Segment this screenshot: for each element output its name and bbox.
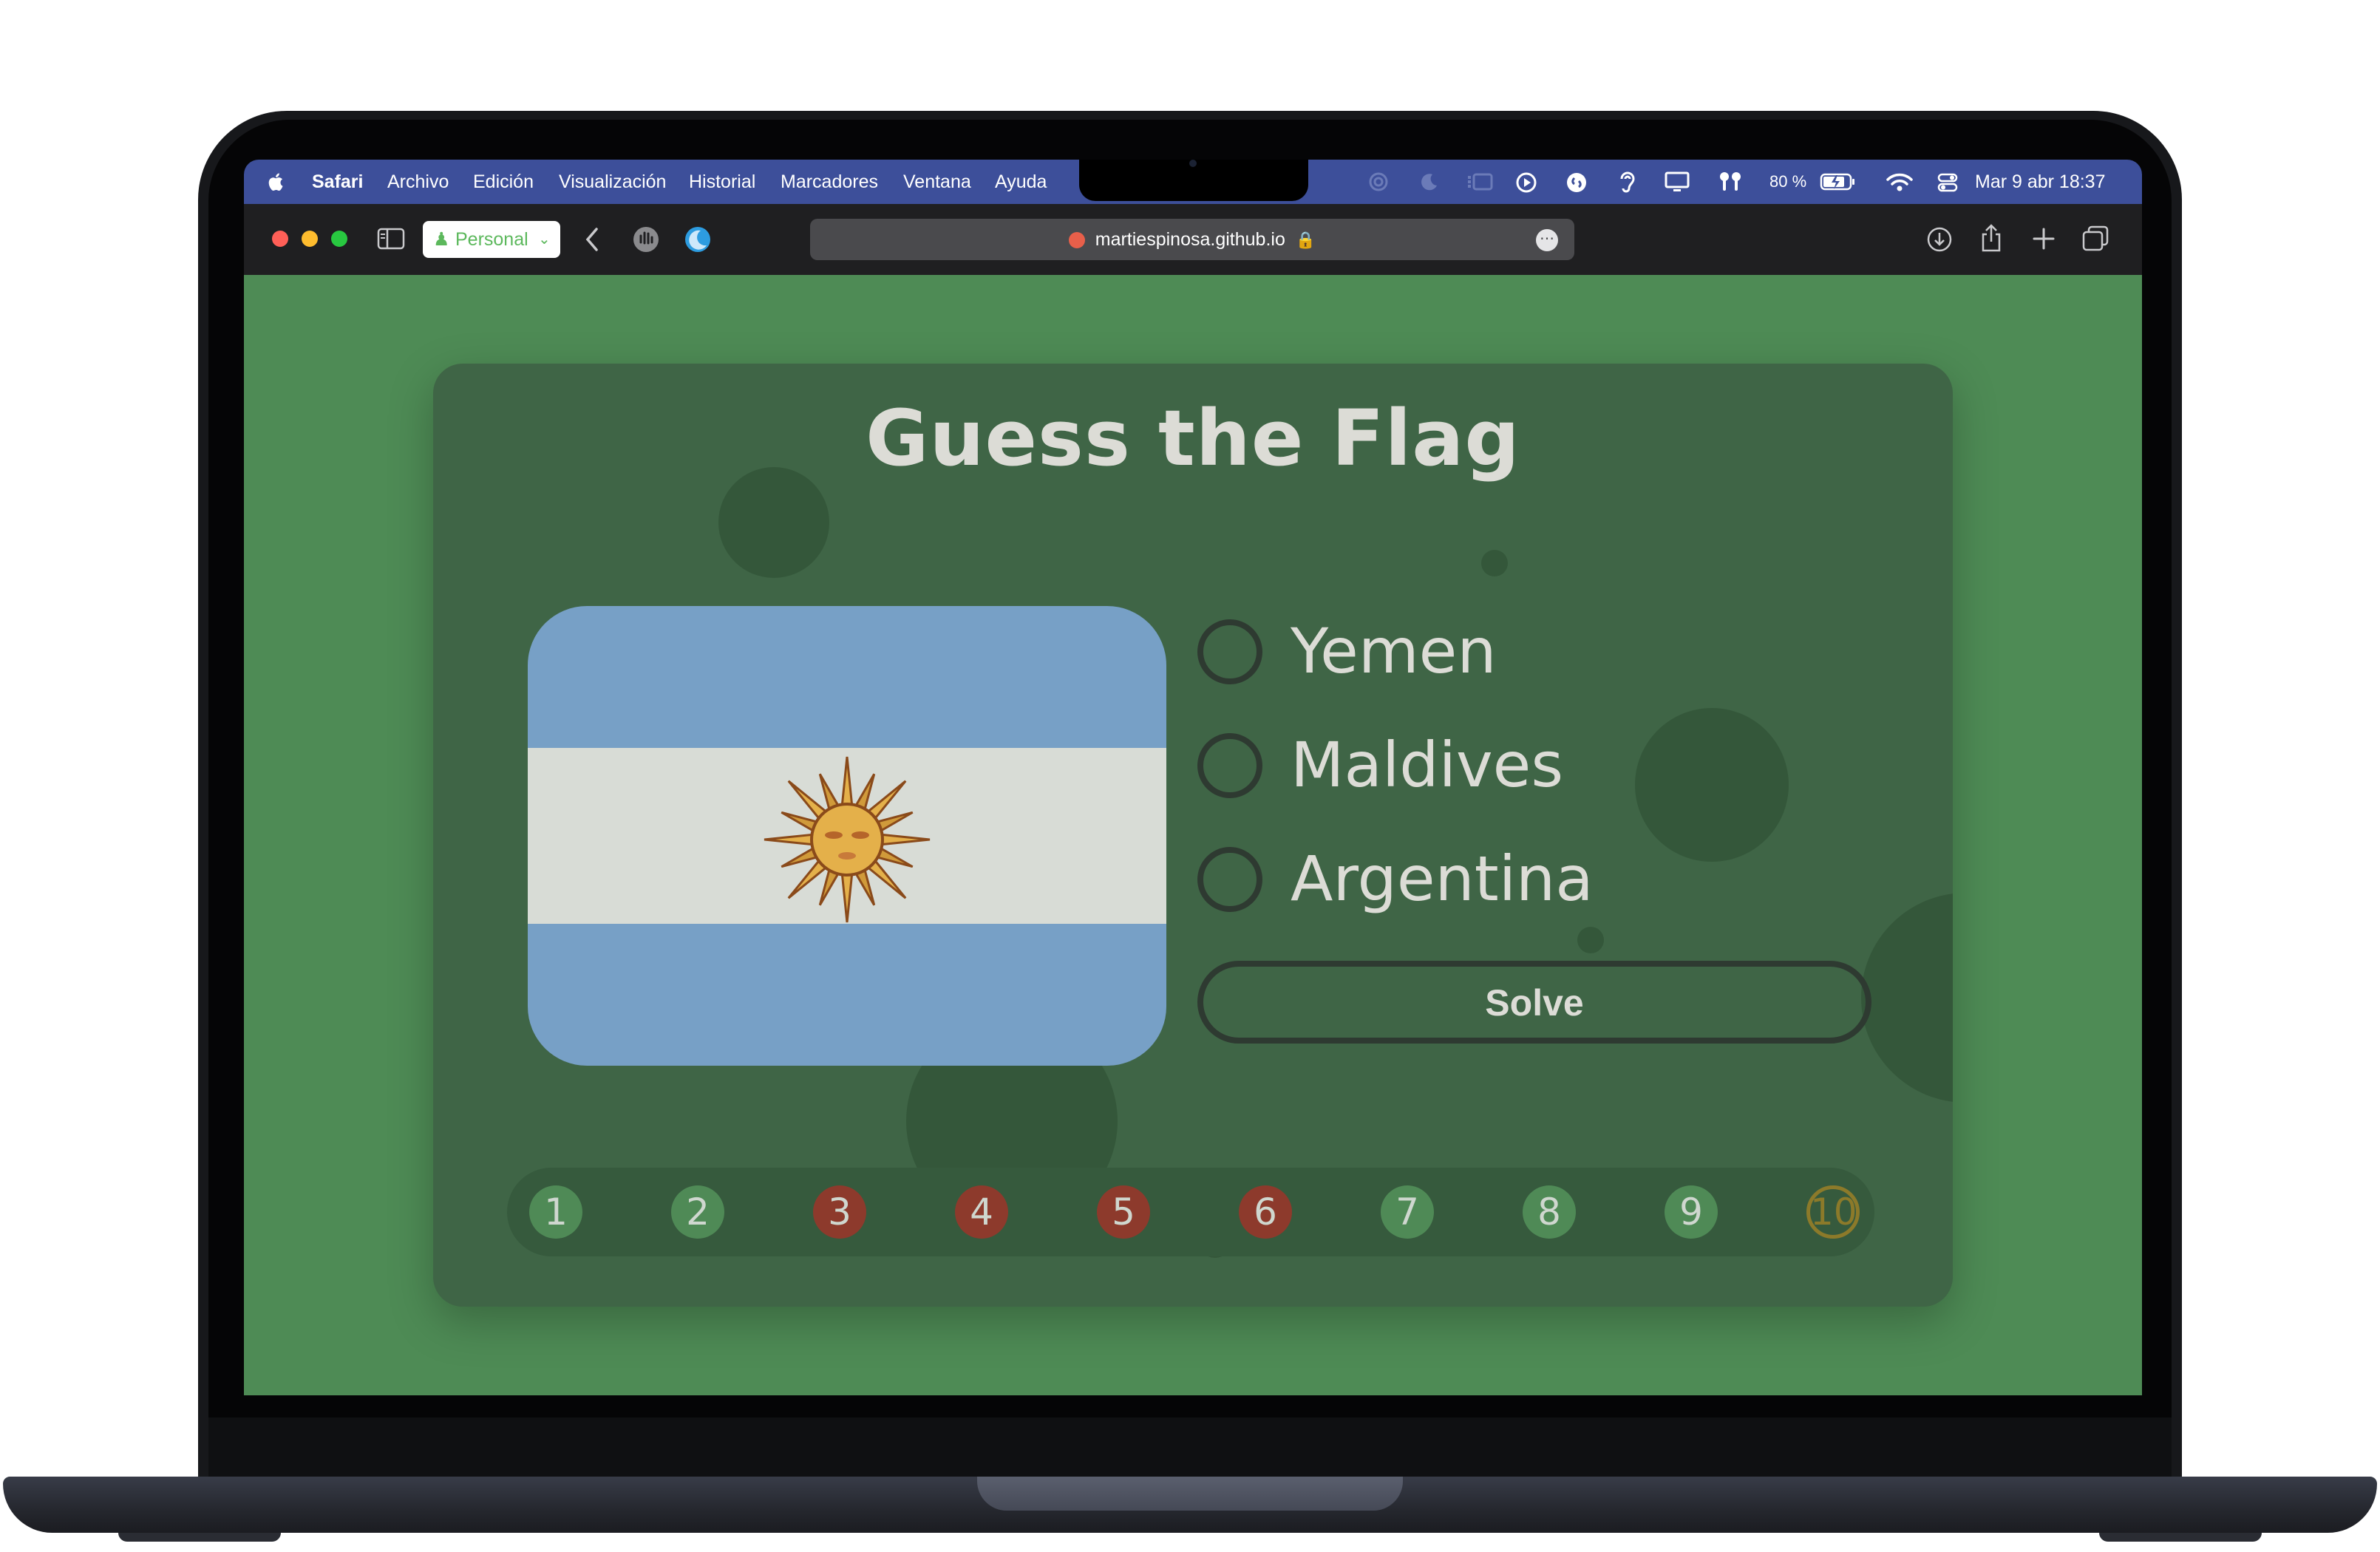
menu-visualizacion[interactable]: Visualización	[559, 160, 666, 204]
page-title: Guess the Flag	[866, 393, 1520, 483]
menu-app-name[interactable]: Safari	[312, 160, 363, 204]
extension-moon-icon[interactable]	[683, 225, 713, 254]
menu-marcadores[interactable]: Marcadores	[781, 160, 878, 204]
battery-charging-icon[interactable]	[1820, 173, 1855, 191]
progress-step-3: 3	[813, 1185, 866, 1239]
menu-edicion[interactable]: Edición	[473, 160, 534, 204]
radio-button[interactable]	[1197, 733, 1262, 798]
url-value: martiespinosa.github.io	[1095, 229, 1285, 250]
play-icon[interactable]	[1515, 171, 1537, 194]
solve-button[interactable]: Solve	[1197, 961, 1871, 1044]
camera	[1189, 160, 1197, 167]
url-text[interactable]: martiespinosa.github.io 🔒	[810, 219, 1574, 260]
minimize-window-button[interactable]	[302, 231, 318, 247]
progress-step-5: 5	[1097, 1185, 1150, 1239]
share-icon[interactable]	[1979, 223, 2003, 253]
radio-button[interactable]	[1197, 847, 1262, 912]
site-favicon	[1068, 232, 1085, 249]
option-label[interactable]: Yemen	[1291, 615, 1497, 687]
menu-ventana[interactable]: Ventana	[903, 160, 971, 204]
progress-step-4: 4	[955, 1185, 1008, 1239]
decorative-bubble	[1635, 708, 1789, 862]
battery-percentage[interactable]: 80 %	[1769, 160, 1806, 204]
stage-manager-icon[interactable]	[1466, 173, 1493, 191]
new-tab-icon[interactable]	[2031, 226, 2056, 251]
laptop-hinge-notch	[977, 1477, 1403, 1511]
profile-label: Personal	[455, 229, 528, 250]
chevron-down-icon: ⌄	[538, 231, 551, 248]
decorative-bubble	[718, 467, 829, 578]
page-menu-icon[interactable]: ⋯	[1536, 229, 1558, 251]
profile-selector[interactable]: ♟ Personal ⌄	[423, 221, 560, 258]
menu-archivo[interactable]: Archivo	[387, 160, 449, 204]
lock-icon: 🔒	[1295, 231, 1316, 249]
option-label[interactable]: Argentina	[1291, 843, 1594, 915]
control-center-icon[interactable]	[1937, 171, 1959, 194]
progress-step-7: 7	[1381, 1185, 1434, 1239]
safari-toolbar: ♟ Personal ⌄ martiespinosa.github.io 🔒 ⋯	[244, 204, 2142, 275]
apple-icon[interactable]	[266, 171, 284, 192]
airdrop-icon[interactable]	[1367, 171, 1390, 192]
progress-step-9: 9	[1665, 1185, 1718, 1239]
radio-button[interactable]	[1197, 619, 1262, 684]
progress-step-2: 2	[671, 1185, 724, 1239]
progress-step-1: 1	[529, 1185, 582, 1239]
laptop-chin	[208, 1417, 2172, 1478]
sidebar-icon[interactable]	[377, 228, 405, 250]
flag-image	[528, 606, 1166, 1066]
display-icon[interactable]	[1665, 171, 1690, 194]
shazam-icon[interactable]	[1565, 171, 1588, 194]
wifi-icon[interactable]	[1886, 173, 1913, 192]
option-label[interactable]: Maldives	[1291, 729, 1563, 801]
web-page: Guess the Flag Yemen Maldives Argentina …	[244, 275, 2142, 1395]
hearing-icon[interactable]	[1617, 170, 1636, 194]
menu-ayuda[interactable]: Ayuda	[995, 160, 1047, 204]
progress-bar: 1 2 3 4 5 6 7 8 9 10	[507, 1168, 1874, 1256]
screen: Safari Archivo Edición Visualización His…	[244, 160, 2142, 1395]
back-icon[interactable]	[584, 226, 600, 253]
extension-hand-icon[interactable]	[631, 225, 661, 254]
address-bar[interactable]: martiespinosa.github.io 🔒 ⋯	[810, 219, 1574, 260]
decorative-bubble	[1861, 893, 1953, 1103]
airpods-icon[interactable]	[1718, 171, 1743, 192]
person-icon: ♟	[433, 229, 450, 250]
progress-step-6: 6	[1239, 1185, 1292, 1239]
focus-moon-icon[interactable]	[1419, 171, 1440, 192]
zoom-window-button[interactable]	[331, 231, 347, 247]
decorative-bubble	[1481, 550, 1508, 576]
menu-historial[interactable]: Historial	[689, 160, 755, 204]
menu-datetime[interactable]: Mar 9 abr 18:37	[1975, 160, 2106, 204]
game-card: Guess the Flag Yemen Maldives Argentina …	[433, 364, 1953, 1307]
decorative-bubble	[1577, 927, 1604, 953]
laptop-foot-left	[118, 1533, 281, 1542]
progress-step-8: 8	[1523, 1185, 1576, 1239]
progress-step-10: 10	[1806, 1185, 1860, 1239]
laptop-foot-right	[2099, 1533, 2262, 1542]
sun-of-may-icon	[764, 756, 931, 923]
downloads-icon[interactable]	[1926, 226, 1953, 253]
tab-overview-icon[interactable]	[2081, 225, 2109, 253]
close-window-button[interactable]	[272, 231, 288, 247]
